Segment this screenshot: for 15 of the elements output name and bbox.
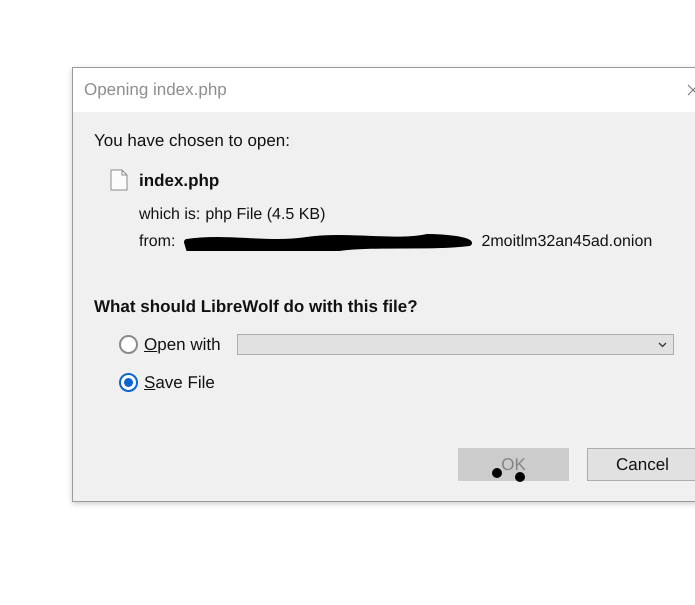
file-type: php File (4.5 KB)	[205, 205, 326, 225]
radio-button[interactable]	[119, 373, 138, 392]
type-label: which is:	[139, 205, 200, 225]
source-label: from:	[139, 232, 176, 252]
option-label[interactable]: Save File	[144, 370, 215, 396]
intro-text: You have chosen to open:	[94, 130, 291, 152]
question-text: What should LibreWolf do with this file?	[94, 296, 419, 318]
file-icon	[110, 169, 128, 192]
file-name: index.php	[139, 170, 220, 192]
option-label[interactable]: Open with	[144, 332, 221, 358]
source-address: 2moitlm32an45ad.onion	[481, 232, 652, 252]
radio-button[interactable]	[119, 335, 138, 354]
window-title: Opening index.php	[84, 79, 227, 102]
dialog-button[interactable]: Cancel	[587, 448, 695, 481]
chevron-down-icon	[658, 342, 667, 348]
